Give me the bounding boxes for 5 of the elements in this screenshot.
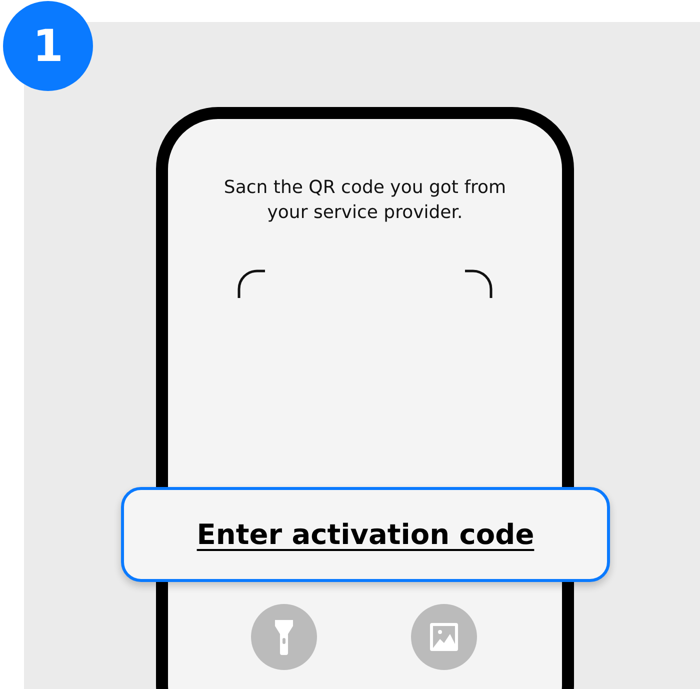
instruction-text: Sacn the QR code you got from your service provider.	[222, 176, 508, 225]
flashlight-icon	[273, 618, 295, 656]
image-icon	[429, 622, 459, 652]
enter-code-link[interactable]: Enter activation code	[196, 518, 534, 551]
step-badge: 1	[3, 1, 93, 91]
